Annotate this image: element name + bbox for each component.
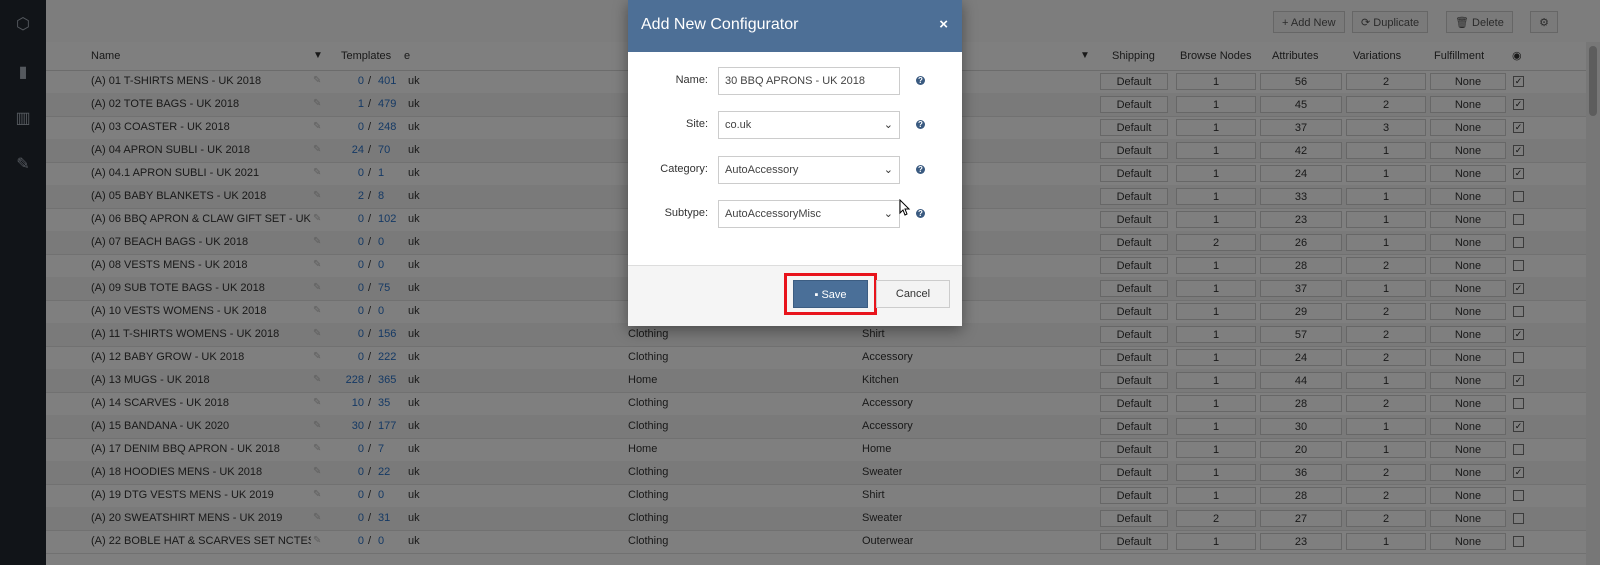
help-icon[interactable]: ?: [916, 76, 925, 85]
help-icon[interactable]: ?: [916, 209, 925, 218]
mouse-cursor-icon: [899, 199, 911, 216]
category-select[interactable]: AutoAccessory ⌄: [718, 156, 900, 184]
name-input[interactable]: 30 BBQ APRONS - UK 2018: [718, 67, 900, 95]
floppy-disk-icon: ▪: [814, 289, 819, 301]
add-configurator-modal: Add New Configurator × Name: 30 BBQ APRO…: [628, 0, 962, 326]
close-icon[interactable]: ×: [939, 16, 948, 33]
help-icon[interactable]: ?: [916, 120, 925, 129]
site-select-value: co.uk: [725, 119, 752, 131]
save-label: Save: [821, 289, 847, 301]
modal-title: Add New Configurator: [641, 16, 799, 33]
subtype-select[interactable]: AutoAccessoryMisc ⌄: [718, 200, 900, 228]
site-label: Site:: [685, 118, 708, 130]
name-label: Name:: [675, 74, 708, 86]
save-button[interactable]: ▪ Save: [793, 280, 868, 308]
site-select[interactable]: co.uk ⌄: [718, 111, 900, 139]
subtype-select-value: AutoAccessoryMisc: [725, 208, 821, 220]
category-select-value: AutoAccessory: [725, 164, 799, 176]
chevron-down-icon: ⌄: [883, 119, 893, 131]
name-input-value: 30 BBQ APRONS - UK 2018: [725, 75, 866, 87]
help-icon[interactable]: ?: [916, 165, 925, 174]
chevron-down-icon: ⌄: [883, 208, 893, 220]
modal-body: Name: 30 BBQ APRONS - UK 2018 ? Site: co…: [628, 52, 962, 266]
modal-footer: ▪ Save Cancel: [628, 266, 962, 326]
cancel-button[interactable]: Cancel: [876, 280, 950, 308]
subtype-label: Subtype:: [664, 207, 708, 219]
chevron-down-icon: ⌄: [883, 164, 893, 176]
category-label: Category:: [660, 163, 708, 175]
modal-header: Add New Configurator ×: [628, 0, 962, 52]
